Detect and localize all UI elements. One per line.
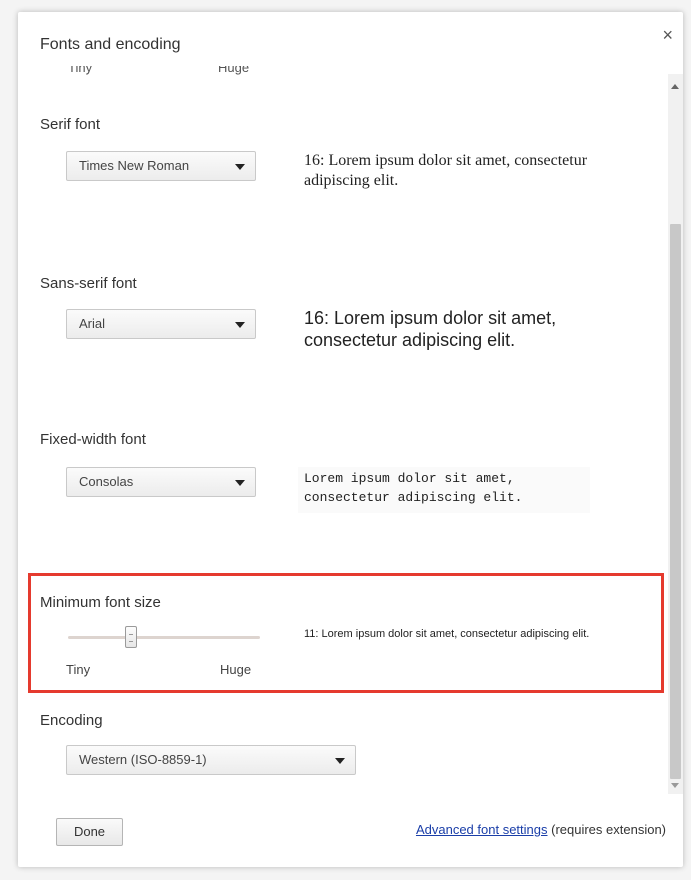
slider-max-label: Huge (220, 662, 252, 677)
scrollbar-thumb[interactable] (670, 224, 681, 779)
fonts-encoding-dialog: Fonts and encoding × Tiny Huge Serif fon… (18, 12, 683, 867)
requires-extension-note: (requires extension) (547, 822, 666, 837)
advanced-font-settings-link[interactable]: Advanced font settings (416, 822, 548, 837)
advanced-settings-note: Advanced font settings (requires extensi… (416, 822, 666, 837)
slider-thumb[interactable] (125, 626, 137, 648)
fixed-width-font-sample: Lorem ipsum dolor sit amet, consectetur … (298, 467, 590, 513)
clipped-size-labels: Tiny Huge (68, 66, 268, 80)
minimum-font-size-slider[interactable] (68, 636, 260, 639)
dialog-title: Fonts and encoding (40, 36, 181, 53)
sans-serif-font-select[interactable]: Arial (66, 309, 256, 339)
serif-font-label: Serif font (40, 116, 101, 133)
slider-min-label: Tiny (66, 662, 91, 677)
sans-serif-font-value: Arial (79, 316, 106, 331)
serif-font-select[interactable]: Times New Roman (66, 151, 256, 181)
scroll-up-icon[interactable] (671, 84, 679, 89)
serif-font-value: Times New Roman (79, 158, 190, 173)
chevron-down-icon (235, 480, 245, 486)
scrollbar[interactable] (668, 74, 683, 794)
fixed-width-font-select[interactable]: Consolas (66, 467, 256, 497)
chevron-down-icon (235, 164, 245, 170)
fixed-width-font-value: Consolas (79, 474, 134, 489)
close-icon[interactable]: × (662, 26, 673, 44)
clipped-tiny-label: Tiny (68, 66, 93, 75)
chevron-down-icon (235, 322, 245, 328)
chevron-down-icon (335, 758, 345, 764)
sans-serif-font-sample: 16: Lorem ipsum dolor sit amet, consecte… (304, 308, 557, 350)
encoding-label: Encoding (40, 712, 103, 729)
minimum-font-size-label: Minimum font size (40, 594, 161, 611)
done-button[interactable]: Done (56, 818, 123, 846)
encoding-select[interactable]: Western (ISO-8859-1) (66, 745, 356, 775)
encoding-value: Western (ISO-8859-1) (79, 752, 207, 767)
serif-font-sample: 16: Lorem ipsum dolor sit amet, consecte… (304, 152, 588, 189)
sans-serif-font-label: Sans-serif font (40, 275, 137, 292)
minimum-font-size-sample: 11: Lorem ipsum dolor sit amet, consecte… (304, 628, 590, 640)
fixed-width-font-label: Fixed-width font (40, 431, 146, 448)
clipped-huge-label: Huge (218, 66, 250, 75)
scroll-down-icon[interactable] (671, 783, 679, 788)
